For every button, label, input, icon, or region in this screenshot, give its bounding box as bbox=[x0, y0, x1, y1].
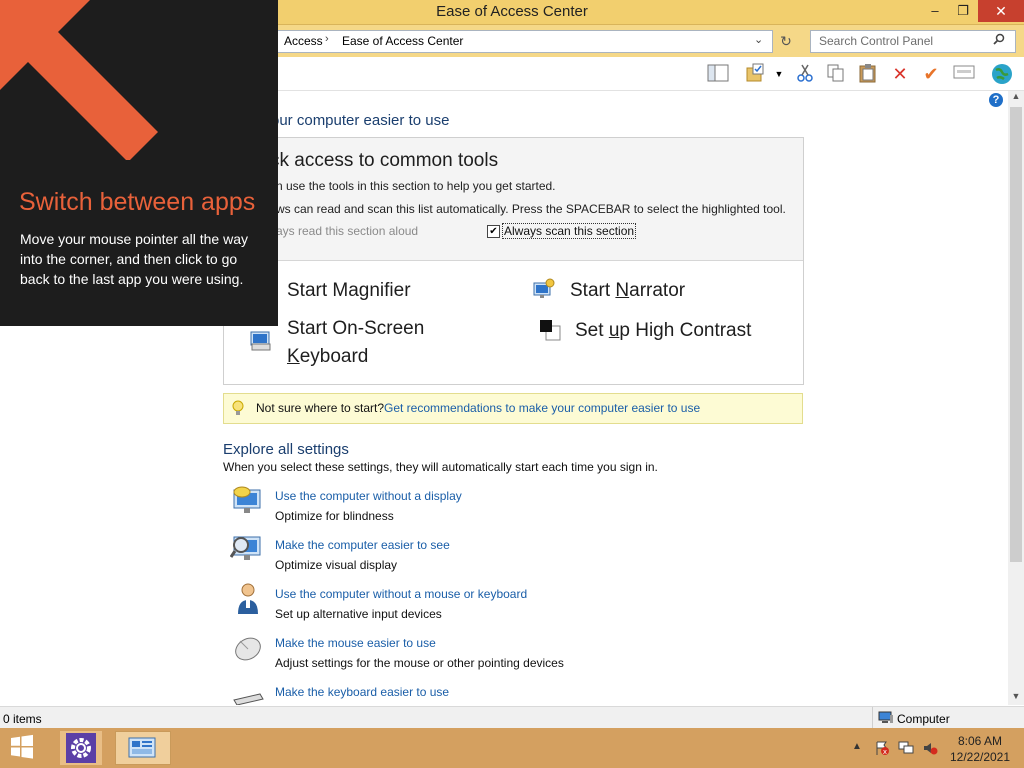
page-heading: our computer easier to use bbox=[271, 112, 450, 129]
magnifier-monitor-icon bbox=[229, 533, 266, 567]
minimize-button[interactable]: – bbox=[920, 0, 950, 22]
breadcrumb-separator-icon[interactable]: › bbox=[325, 33, 329, 45]
taskbar-control-panel-app[interactable] bbox=[115, 731, 171, 765]
svg-text:x: x bbox=[883, 748, 887, 756]
show-hidden-icons-button[interactable]: ▲ bbox=[852, 741, 862, 752]
always-scan-checkbox[interactable]: ✔ bbox=[487, 225, 500, 238]
overlay-title: Switch between apps bbox=[19, 188, 256, 216]
keyboard-icon bbox=[249, 328, 273, 352]
start-osk-label-line1[interactable]: Start On-Screen bbox=[287, 318, 424, 340]
network-icon[interactable] bbox=[898, 740, 914, 756]
explore-settings-title: Explore all settings bbox=[223, 441, 349, 458]
check-icon[interactable]: ✔ bbox=[919, 63, 943, 85]
quick-access-description: n use the tools in this section to help … bbox=[276, 179, 556, 193]
search-placeholder: Search Control Panel bbox=[819, 34, 934, 48]
folder-options-icon[interactable] bbox=[744, 63, 768, 85]
layout-icon[interactable] bbox=[706, 63, 730, 85]
without-mouse-or-keyboard-desc: Set up alternative input devices bbox=[275, 607, 442, 621]
mouse-easier-link[interactable]: Make the mouse easier to use bbox=[275, 636, 436, 650]
breadcrumb-ease-of-access-center[interactable]: Ease of Access Center bbox=[342, 34, 463, 48]
status-divider bbox=[872, 707, 873, 729]
status-location: Computer bbox=[897, 712, 950, 726]
gear-icon bbox=[66, 733, 96, 763]
paste-icon[interactable] bbox=[856, 63, 880, 85]
display-icon bbox=[230, 484, 266, 518]
globe-icon[interactable] bbox=[990, 63, 1014, 85]
help-icon[interactable]: ? bbox=[989, 93, 1003, 107]
narrator-icon bbox=[532, 277, 556, 301]
set-up-high-contrast-button[interactable]: Set up High Contrast bbox=[538, 316, 778, 346]
computer-icon bbox=[878, 711, 894, 724]
item-count: 0 items bbox=[3, 712, 42, 726]
action-center-flag-icon[interactable]: x bbox=[874, 740, 890, 756]
close-button[interactable]: ✕ bbox=[978, 0, 1024, 22]
corner-arrow-icon bbox=[0, 0, 160, 163]
status-bar: 0 items Computer bbox=[0, 706, 1024, 729]
clock-time[interactable]: 8:06 AM bbox=[948, 734, 1012, 748]
explore-settings-description: When you select these settings, they wil… bbox=[223, 460, 658, 474]
use-without-display-desc: Optimize for blindness bbox=[275, 509, 394, 523]
folder-options-dropdown-icon[interactable]: ▼ bbox=[772, 63, 786, 85]
without-mouse-or-keyboard-link[interactable]: Use the computer without a mouse or keyb… bbox=[275, 587, 527, 601]
quick-access-title: ck access to common tools bbox=[270, 150, 499, 171]
scroll-up-icon[interactable]: ▲ bbox=[1008, 91, 1024, 105]
clock-date[interactable]: 12/22/2021 bbox=[948, 750, 1012, 764]
quick-access-header: ck access to common tools n use the tool… bbox=[224, 138, 803, 261]
start-narrator-button[interactable]: Start Narrator bbox=[532, 276, 762, 306]
get-recommendations-link[interactable]: Get recommendations to make your compute… bbox=[384, 401, 700, 415]
properties-icon[interactable] bbox=[952, 63, 976, 85]
start-narrator-label[interactable]: Start Narrator bbox=[570, 280, 685, 302]
easier-to-see-desc: Optimize visual display bbox=[275, 558, 398, 572]
scroll-thumb[interactable] bbox=[1010, 107, 1022, 562]
set-up-high-contrast-label[interactable]: Set up High Contrast bbox=[575, 320, 751, 342]
quick-access-panel: ck access to common tools n use the tool… bbox=[223, 137, 804, 385]
use-without-display-link[interactable]: Use the computer without a display bbox=[275, 489, 462, 503]
windows-logo-icon bbox=[11, 734, 33, 759]
taskbar: ▲ x 8:06 AM 12/22/2021 bbox=[0, 728, 1024, 768]
always-scan-label[interactable]: Always scan this section bbox=[502, 223, 637, 239]
not-sure-text: Not sure where to start? bbox=[256, 401, 385, 415]
restore-button[interactable]: ❐ bbox=[948, 0, 978, 22]
person-icon bbox=[230, 582, 266, 616]
keyboard-easier-link[interactable]: Make the keyboard easier to use bbox=[275, 685, 449, 699]
refresh-button[interactable]: ↻ bbox=[775, 30, 797, 52]
switch-apps-tip-overlay: Switch between apps Move your mouse poin… bbox=[0, 0, 278, 326]
start-button[interactable] bbox=[8, 734, 40, 762]
quick-access-scan-description: ws can read and scan this list automatic… bbox=[276, 202, 786, 216]
cut-icon[interactable] bbox=[793, 63, 817, 85]
address-bar[interactable]: Access › Ease of Access Center ⌄ bbox=[275, 30, 773, 53]
recommendations-bar: Not sure where to start? Get recommendat… bbox=[223, 393, 803, 424]
mouse-easier-desc: Adjust settings for the mouse or other p… bbox=[275, 656, 564, 670]
mouse-icon bbox=[230, 631, 266, 665]
breadcrumb-access[interactable]: Access bbox=[284, 34, 323, 48]
control-panel-icon bbox=[128, 736, 158, 765]
vertical-scrollbar[interactable]: ▲ ▼ bbox=[1008, 91, 1024, 705]
address-dropdown-icon[interactable]: ⌄ bbox=[754, 33, 763, 46]
delete-icon[interactable]: ✕ bbox=[888, 63, 912, 85]
keyboard-settings-icon bbox=[230, 688, 266, 705]
overlay-description: Move your mouse pointer all the way into… bbox=[20, 231, 248, 287]
lightbulb-icon bbox=[232, 400, 244, 419]
start-magnifier-label[interactable]: Start Magnifier bbox=[287, 280, 411, 302]
taskbar-settings-app[interactable] bbox=[60, 731, 102, 765]
start-on-screen-keyboard-button[interactable]: Start On-Screen Keyboard bbox=[249, 316, 479, 376]
search-icon[interactable] bbox=[993, 33, 1005, 48]
start-osk-label-line2[interactable]: Keyboard bbox=[287, 346, 368, 368]
start-magnifier-button[interactable]: Start Magnifier bbox=[249, 276, 479, 306]
copy-icon[interactable] bbox=[824, 63, 848, 85]
high-contrast-icon bbox=[538, 318, 562, 342]
read-aloud-checkbox-label[interactable]: ays read this section aloud bbox=[276, 224, 418, 238]
volume-muted-icon[interactable] bbox=[922, 740, 938, 756]
search-input[interactable]: Search Control Panel bbox=[810, 30, 1016, 53]
easier-to-see-link[interactable]: Make the computer easier to see bbox=[275, 538, 450, 552]
scroll-down-icon[interactable]: ▼ bbox=[1008, 691, 1024, 705]
